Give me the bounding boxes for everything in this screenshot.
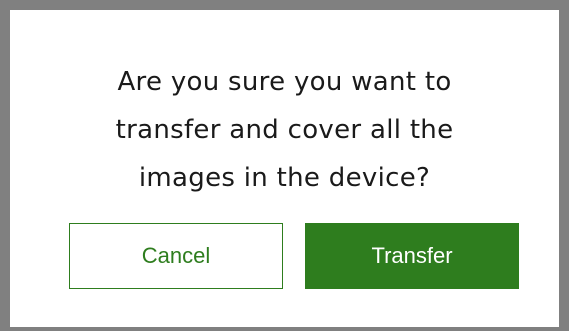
- transfer-button[interactable]: Transfer: [305, 223, 519, 289]
- cancel-button[interactable]: Cancel: [69, 223, 283, 289]
- dialog-message-line: Are you sure you want to: [117, 67, 452, 97]
- dialog-message-line: images in the device?: [138, 163, 431, 193]
- dialog-message-line: transfer and cover all the: [115, 115, 454, 145]
- dialog-message: Are you sure you want to transfer and co…: [10, 58, 559, 202]
- confirm-dialog: Are you sure you want to transfer and co…: [10, 10, 559, 327]
